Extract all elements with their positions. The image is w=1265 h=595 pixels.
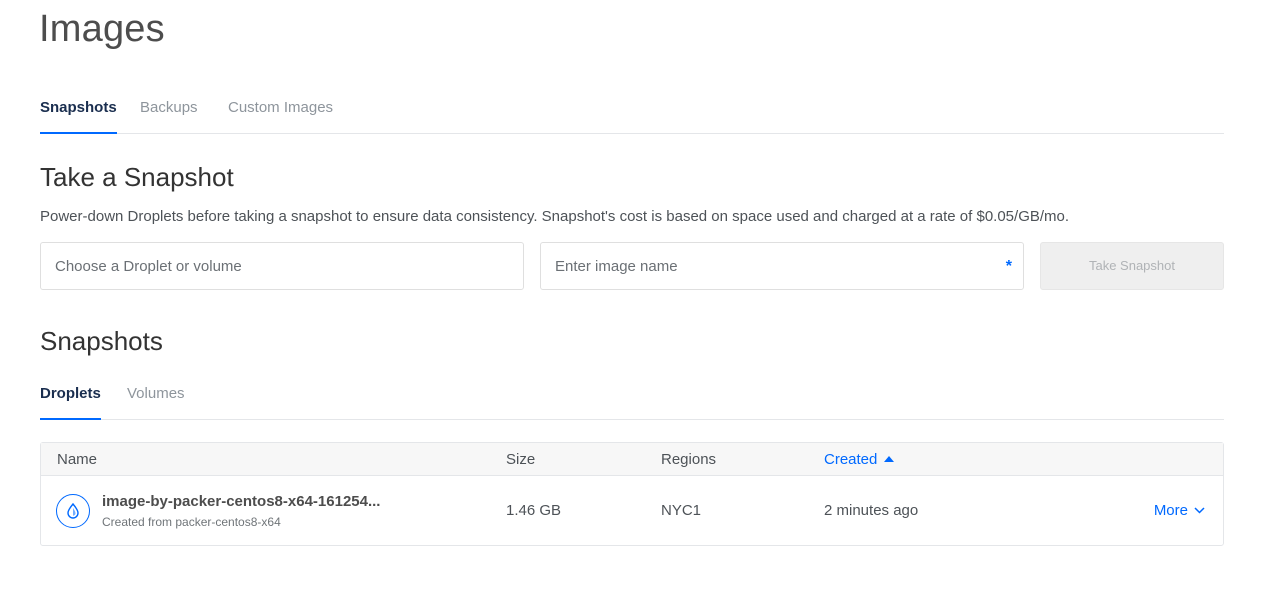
- tab-backups[interactable]: Backups: [140, 96, 198, 134]
- snapshots-tabs: Droplets Volumes: [40, 382, 1224, 420]
- droplet-select-field[interactable]: [40, 242, 524, 290]
- table-header: Name Size Regions Created: [41, 443, 1223, 476]
- image-name-input[interactable]: [541, 243, 1023, 289]
- take-snapshot-button[interactable]: Take Snapshot: [1040, 242, 1224, 290]
- tab-droplets[interactable]: Droplets: [40, 382, 101, 420]
- snapshot-created: 2 minutes ago: [824, 502, 919, 519]
- tab-volumes[interactable]: Volumes: [127, 382, 185, 420]
- more-menu-button[interactable]: More: [1154, 502, 1205, 519]
- snapshot-size: 1.46 GB: [506, 502, 562, 519]
- page-title: Images: [39, 8, 165, 50]
- sort-up-icon: [884, 456, 895, 462]
- snapshots-title: Snapshots: [40, 326, 163, 356]
- column-created[interactable]: Created: [824, 451, 895, 468]
- take-snapshot-title: Take a Snapshot: [40, 162, 234, 192]
- table-row: image-by-packer-centos8-x64-161254... Cr…: [41, 477, 1223, 546]
- snapshot-name[interactable]: image-by-packer-centos8-x64-161254...: [102, 493, 380, 510]
- images-page: Images Snapshots Backups Custom Images T…: [0, 0, 1265, 595]
- column-name[interactable]: Name: [57, 451, 97, 468]
- snapshot-regions: NYC1: [661, 502, 702, 519]
- image-name-field[interactable]: *: [540, 242, 1024, 290]
- images-tabs: Snapshots Backups Custom Images: [40, 96, 1224, 134]
- required-marker: *: [1005, 258, 1012, 275]
- tab-custom-images[interactable]: Custom Images: [228, 96, 333, 134]
- droplet-select-input[interactable]: [41, 243, 523, 289]
- column-regions[interactable]: Regions: [661, 451, 716, 468]
- snapshot-source: Created from packer-centos8-x64: [102, 515, 281, 529]
- chevron-down-icon: [1194, 507, 1205, 514]
- take-snapshot-description: Power-down Droplets before taking a snap…: [40, 208, 1070, 225]
- droplet-icon: [56, 494, 90, 528]
- snapshots-table: Name Size Regions Created image-by-packe…: [40, 442, 1224, 546]
- column-size[interactable]: Size: [506, 451, 535, 468]
- column-created-label: Created: [824, 451, 878, 468]
- tab-snapshots[interactable]: Snapshots: [40, 96, 117, 134]
- more-label: More: [1153, 502, 1188, 519]
